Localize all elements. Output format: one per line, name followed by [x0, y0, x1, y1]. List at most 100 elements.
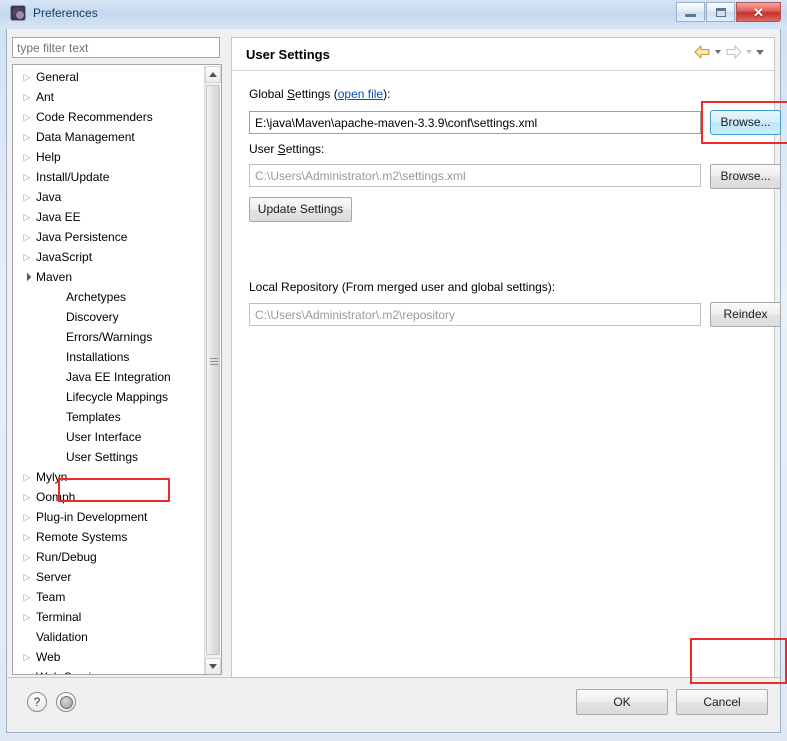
chevron-right-icon[interactable]: ▷	[18, 612, 36, 622]
sidebar-item-label: Team	[36, 590, 66, 604]
sidebar-item-validation[interactable]: Validation	[13, 627, 206, 647]
sidebar-item-javascript[interactable]: ▷ JavaScript	[13, 247, 206, 267]
sidebar-item-team[interactable]: ▷ Team	[13, 587, 206, 607]
sidebar-item-label: Java EE Integration	[66, 370, 171, 384]
sidebar-item-user-interface[interactable]: User Interface	[13, 427, 206, 447]
sidebar-item-label: Lifecycle Mappings	[66, 390, 169, 404]
ok-button[interactable]: OK	[576, 689, 668, 715]
chevron-right-icon[interactable]: ▷	[18, 132, 36, 142]
chevron-right-icon[interactable]: ▷	[18, 192, 36, 202]
chevron-right-icon[interactable]: ▷	[18, 592, 36, 602]
globe-icon[interactable]	[56, 692, 76, 712]
sidebar-item-mylyn[interactable]: ▷ Mylyn	[13, 467, 206, 487]
sidebar-item-remote-systems[interactable]: ▷ Remote Systems	[13, 527, 206, 547]
sidebar-item-templates[interactable]: Templates	[13, 407, 206, 427]
chevron-right-icon[interactable]: ▷	[18, 92, 36, 102]
back-arrow-icon[interactable]	[694, 45, 711, 59]
chevron-right-icon[interactable]: ▷	[18, 552, 36, 562]
dialog-footer: ? OK Cancel	[7, 677, 780, 732]
chevron-right-icon[interactable]: ▷	[18, 212, 36, 222]
sidebar-item-oomph[interactable]: ▷ Oomph	[13, 487, 206, 507]
sidebar-item-run-debug[interactable]: ▷ Run/Debug	[13, 547, 206, 567]
sidebar-item-help[interactable]: ▷ Help	[13, 147, 206, 167]
sidebar-item-code-recommenders[interactable]: ▷ Code Recommenders	[13, 107, 206, 127]
chevron-right-icon[interactable]: ▷	[18, 672, 36, 674]
sidebar-item-label: Java	[36, 190, 62, 204]
chevron-right-icon[interactable]: ▷	[18, 572, 36, 582]
chevron-right-icon[interactable]: ▷	[18, 492, 36, 502]
chevron-right-icon[interactable]: ▷	[18, 232, 36, 242]
triangle-up-icon	[209, 72, 217, 77]
cancel-button[interactable]: Cancel	[676, 689, 768, 715]
sidebar-item-label: Ant	[36, 90, 55, 104]
chevron-right-icon[interactable]: ▷	[18, 72, 36, 82]
scrollbar-thumb[interactable]	[206, 85, 220, 655]
reindex-button[interactable]: Reindex	[710, 302, 781, 327]
sidebar-item-label: Code Recommenders	[36, 110, 153, 124]
forward-arrow-icon	[725, 45, 742, 59]
sidebar-item-maven[interactable]: ◢ Maven	[13, 267, 206, 287]
sidebar-item-installations[interactable]: Installations	[13, 347, 206, 367]
triangle-down-icon	[209, 664, 217, 669]
sidebar-item-plug-in-development[interactable]: ▷ Plug-in Development	[13, 507, 206, 527]
chevron-right-icon[interactable]: ▷	[18, 252, 36, 262]
sidebar-item-label: Installations	[66, 350, 130, 364]
sidebar-item-general[interactable]: ▷ General	[13, 67, 206, 87]
sidebar-item-server[interactable]: ▷ Server	[13, 567, 206, 587]
open-file-link[interactable]: open file	[338, 87, 383, 101]
global-settings-browse-button[interactable]: Browse...	[710, 110, 781, 135]
preference-tree[interactable]: ▷ General ▷ Ant ▷ Code Recommenders ▷ Data Mana…	[12, 64, 222, 675]
scroll-up-button[interactable]	[205, 66, 221, 83]
user-settings-input[interactable]	[249, 164, 701, 187]
sidebar-item-ant[interactable]: ▷ Ant	[13, 87, 206, 107]
sidebar-item-label: Run/Debug	[36, 550, 97, 564]
minimize-button[interactable]	[676, 2, 705, 22]
close-button[interactable]: ✕	[736, 2, 781, 22]
global-settings-input[interactable]	[249, 111, 701, 134]
sidebar-item-label: Java Persistence	[36, 230, 128, 244]
sidebar-item-archetypes[interactable]: Archetypes	[13, 287, 206, 307]
chevron-right-icon[interactable]: ▷	[18, 152, 36, 162]
chevron-right-icon[interactable]: ▷	[18, 512, 36, 522]
sidebar-item-errors-warnings[interactable]: Errors/Warnings	[13, 327, 206, 347]
maximize-button[interactable]	[706, 2, 735, 22]
sidebar-item-label: Maven	[36, 270, 73, 284]
sidebar-item-label: Oomph	[36, 490, 76, 504]
sidebar-item-user-settings[interactable]: User Settings	[13, 447, 206, 467]
chevron-down-icon[interactable]: ◢	[18, 268, 36, 286]
sidebar-item-java-ee-integration[interactable]: Java EE Integration	[13, 367, 206, 387]
user-settings-browse-button[interactable]: Browse...	[710, 164, 781, 189]
sidebar-item-label: Install/Update	[36, 170, 110, 184]
chevron-right-icon[interactable]: ▷	[18, 472, 36, 482]
view-menu-chevron-down-icon[interactable]	[756, 49, 764, 55]
sidebar-item-data-management[interactable]: ▷ Data Management	[13, 127, 206, 147]
sidebar-item-java-ee[interactable]: ▷ Java EE	[13, 207, 206, 227]
panel-nav-icons	[694, 45, 764, 59]
chevron-right-icon[interactable]: ▷	[18, 112, 36, 122]
preference-tree-list: ▷ General ▷ Ant ▷ Code Recommenders ▷ Data Mana…	[13, 67, 206, 674]
sidebar-item-lifecycle-mappings[interactable]: Lifecycle Mappings	[13, 387, 206, 407]
forward-history-dropdown-icon	[746, 50, 752, 54]
sidebar-item-web[interactable]: ▷ Web	[13, 647, 206, 667]
sidebar-item-web-services[interactable]: ▷Web Services	[13, 667, 206, 674]
sidebar-item-java[interactable]: ▷ Java	[13, 187, 206, 207]
global-settings-label: Global Settings (open file):	[249, 87, 391, 101]
filter-input[interactable]	[12, 37, 220, 58]
chevron-right-icon[interactable]: ▷	[18, 172, 36, 182]
update-settings-button[interactable]: Update Settings	[249, 197, 352, 222]
help-icon[interactable]: ?	[27, 692, 47, 712]
sidebar-item-java-persistence[interactable]: ▷ Java Persistence	[13, 227, 206, 247]
preferences-icon	[10, 5, 26, 21]
back-history-dropdown-icon[interactable]	[715, 50, 721, 54]
sidebar-item-discovery[interactable]: Discovery	[13, 307, 206, 327]
sidebar-item-label: Templates	[66, 410, 121, 424]
chevron-right-icon[interactable]: ▷	[18, 532, 36, 542]
sidebar-item-terminal[interactable]: ▷ Terminal	[13, 607, 206, 627]
tree-scrollbar[interactable]	[204, 66, 221, 674]
sidebar-item-label: Help	[36, 150, 61, 164]
scroll-down-button[interactable]	[205, 658, 221, 674]
chevron-right-icon[interactable]: ▷	[18, 652, 36, 662]
local-repository-input[interactable]	[249, 303, 701, 326]
restore-icon	[715, 7, 726, 17]
sidebar-item-install-update[interactable]: ▷ Install/Update	[13, 167, 206, 187]
